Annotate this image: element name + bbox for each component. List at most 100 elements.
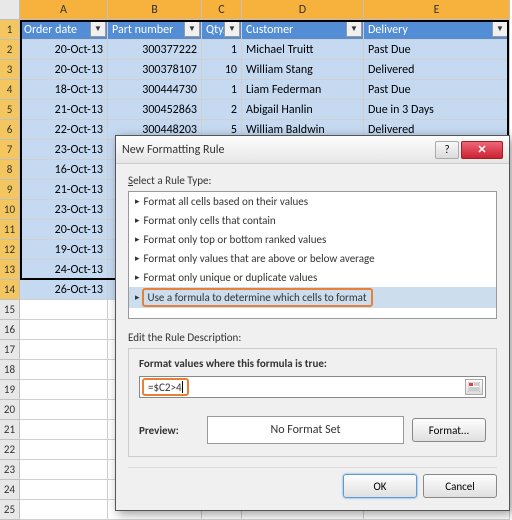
row-header[interactable]: 1 — [0, 20, 20, 40]
row-header[interactable]: 16 — [0, 320, 20, 340]
cell[interactable]: 18-Oct-13 — [20, 80, 108, 100]
row-header[interactable]: 10 — [0, 200, 20, 220]
cell[interactable]: Due in 3 Days — [364, 100, 510, 120]
filter-dropdown-icon[interactable]: ▼ — [492, 21, 508, 37]
cancel-button[interactable]: Cancel — [423, 474, 497, 498]
close-button[interactable]: ✕ — [461, 141, 503, 159]
cell[interactable] — [20, 360, 108, 380]
cell[interactable]: Past Due — [364, 80, 510, 100]
arrow-icon: ▸ — [135, 292, 140, 303]
rule-type-item[interactable]: ▸Format all cells based on their values — [129, 192, 496, 211]
cell[interactable]: Michael Truitt — [242, 40, 364, 60]
cell[interactable]: 23-Oct-13 — [20, 140, 108, 160]
row-header[interactable]: 8 — [0, 160, 20, 180]
cell[interactable] — [20, 300, 108, 320]
cell[interactable]: 21-Oct-13 — [20, 100, 108, 120]
cell[interactable]: 2 — [202, 100, 242, 120]
filter-dropdown-icon[interactable]: ▼ — [346, 21, 362, 37]
cell[interactable]: 20-Oct-13 — [20, 40, 108, 60]
cell[interactable]: 26-Oct-13 — [20, 280, 108, 300]
col-header-C[interactable]: C — [202, 0, 242, 20]
cell[interactable]: 300378107 — [108, 60, 202, 80]
row-header[interactable]: 6 — [0, 120, 20, 140]
cell[interactable]: 21-Oct-13 — [20, 180, 108, 200]
table-header[interactable]: Order date▼ — [20, 20, 108, 40]
row-header[interactable]: 20 — [0, 400, 20, 420]
filter-dropdown-icon[interactable]: ▼ — [224, 21, 240, 37]
row-header[interactable]: 4 — [0, 80, 20, 100]
cell[interactable]: Past Due — [364, 40, 510, 60]
cell[interactable]: 22-Oct-13 — [20, 120, 108, 140]
cell[interactable]: 16-Oct-13 — [20, 160, 108, 180]
column-headers: ABCDE — [0, 0, 512, 20]
dialog-titlebar[interactable]: New Formatting Rule ? ✕ — [116, 136, 509, 164]
cell[interactable]: 10 — [202, 60, 242, 80]
filter-dropdown-icon[interactable]: ▼ — [184, 21, 200, 37]
row-header[interactable]: 3 — [0, 60, 20, 80]
cell[interactable] — [20, 400, 108, 420]
rule-type-list[interactable]: ▸Format all cells based on their values▸… — [128, 191, 497, 319]
row-header[interactable]: 22 — [0, 440, 20, 460]
rule-type-item[interactable]: ▸Format only top or bottom ranked values — [129, 230, 496, 249]
help-button[interactable]: ? — [435, 141, 459, 159]
range-selector-button[interactable] — [465, 379, 483, 395]
rule-type-item[interactable]: ▸Format only unique or duplicate values — [129, 268, 496, 287]
row-header[interactable]: 15 — [0, 300, 20, 320]
cell[interactable] — [20, 480, 108, 500]
filter-dropdown-icon[interactable]: ▼ — [90, 21, 106, 37]
col-header-E[interactable]: E — [364, 0, 510, 20]
cell[interactable] — [20, 380, 108, 400]
rule-type-item[interactable]: ▸Format only cells that contain — [129, 211, 496, 230]
row-header[interactable]: 2 — [0, 40, 20, 60]
table-header[interactable]: Delivery▼ — [364, 20, 510, 40]
preview-box: No Format Set — [207, 416, 404, 444]
cell[interactable] — [20, 460, 108, 480]
rule-type-item[interactable]: ▸Format only values that are above or be… — [129, 249, 496, 268]
cell[interactable]: 23-Oct-13 — [20, 200, 108, 220]
cell[interactable]: Abigail Hanlin — [242, 100, 364, 120]
cell[interactable] — [20, 320, 108, 340]
arrow-icon: ▸ — [135, 253, 140, 264]
row-header[interactable]: 7 — [0, 140, 20, 160]
cell[interactable]: 19-Oct-13 — [20, 240, 108, 260]
cell[interactable]: 300452863 — [108, 100, 202, 120]
table-header[interactable]: Customer▼ — [242, 20, 364, 40]
cell[interactable]: Liam Federman — [242, 80, 364, 100]
formula-input[interactable]: =$C2>4 — [139, 376, 486, 398]
row-header[interactable]: 5 — [0, 100, 20, 120]
row-header[interactable]: 23 — [0, 460, 20, 480]
row-header[interactable]: 11 — [0, 220, 20, 240]
cell[interactable]: 1 — [202, 40, 242, 60]
col-header-D[interactable]: D — [242, 0, 364, 20]
row-header[interactable]: 14 — [0, 280, 20, 300]
cell[interactable]: 300377222 — [108, 40, 202, 60]
cell[interactable]: 1 — [202, 80, 242, 100]
row-header[interactable]: 18 — [0, 360, 20, 380]
col-header-A[interactable]: A — [20, 0, 108, 20]
table-header[interactable]: Part number▼ — [108, 20, 202, 40]
row-header[interactable]: 21 — [0, 420, 20, 440]
rule-type-item[interactable]: ▸Use a formula to determine which cells … — [129, 287, 496, 308]
row-header[interactable]: 13 — [0, 260, 20, 280]
cell[interactable]: 24-Oct-13 — [20, 260, 108, 280]
row-header[interactable]: 24 — [0, 480, 20, 500]
format-button[interactable]: Format... — [412, 418, 486, 442]
col-header-B[interactable]: B — [108, 0, 202, 20]
cell[interactable] — [20, 500, 108, 520]
table-header[interactable]: Qty.▼ — [202, 20, 242, 40]
cell[interactable]: 300444730 — [108, 80, 202, 100]
cell[interactable] — [20, 440, 108, 460]
select-all-corner[interactable] — [0, 0, 20, 20]
cell[interactable]: William Stang — [242, 60, 364, 80]
row-header[interactable]: 25 — [0, 500, 20, 520]
row-header[interactable]: 19 — [0, 380, 20, 400]
row-header[interactable]: 12 — [0, 240, 20, 260]
cell[interactable]: Delivered — [364, 60, 510, 80]
ok-button[interactable]: OK — [343, 474, 417, 498]
row-header[interactable]: 9 — [0, 180, 20, 200]
cell[interactable] — [20, 420, 108, 440]
row-header[interactable]: 17 — [0, 340, 20, 360]
cell[interactable]: 20-Oct-13 — [20, 60, 108, 80]
cell[interactable]: 20-Oct-13 — [20, 220, 108, 240]
cell[interactable] — [20, 340, 108, 360]
